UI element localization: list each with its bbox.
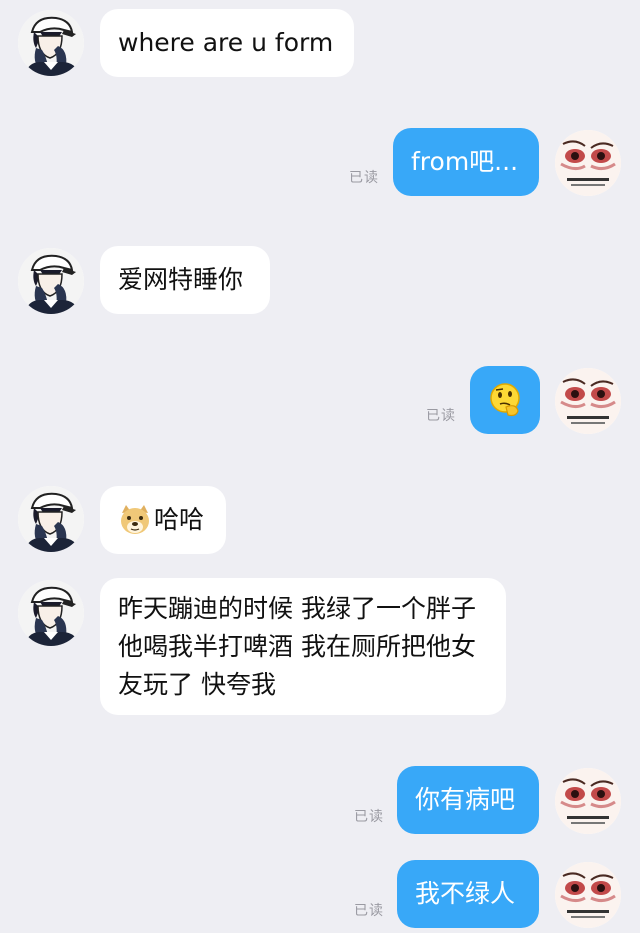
avatar-boy-icon <box>18 486 84 552</box>
avatar-eyes-icon <box>555 862 621 928</box>
contact-avatar[interactable] <box>18 10 84 76</box>
contact-avatar[interactable] <box>18 486 84 552</box>
incoming-message[interactable]: 昨天蹦迪的时候 我绿了一个胖子 他喝我半打啤酒 我在厕所把他女友玩了 快夸我 <box>100 578 506 715</box>
incoming-message[interactable]: 哈哈 <box>100 486 226 554</box>
outgoing-message[interactable]: 我不绿人 <box>397 860 539 928</box>
message-text: 你有病吧 <box>415 785 516 814</box>
avatar-boy-icon <box>18 580 84 646</box>
avatar-boy-icon <box>18 10 84 76</box>
message-text: where are u form <box>118 28 334 57</box>
read-status: 已读 <box>349 170 379 186</box>
message-text: 哈哈 <box>154 505 205 534</box>
outgoing-message[interactable]: from吧... <box>393 128 539 196</box>
avatar-eyes-icon <box>555 368 621 434</box>
doge-icon <box>121 505 149 534</box>
message-text: from吧... <box>411 147 519 176</box>
contact-avatar[interactable] <box>18 580 84 646</box>
incoming-message[interactable]: 爱网特睡你 <box>100 246 270 314</box>
message-text: 昨天蹦迪的时候 我绿了一个胖子 他喝我半打啤酒 我在厕所把他女友玩了 快夸我 <box>118 594 476 699</box>
avatar-eyes-icon <box>555 768 621 834</box>
message-text: 爱网特睡你 <box>118 265 244 294</box>
outgoing-message[interactable]: 你有病吧 <box>397 766 539 834</box>
read-status: 已读 <box>354 809 384 825</box>
outgoing-emoji-message[interactable] <box>470 366 540 434</box>
contact-avatar[interactable] <box>18 248 84 314</box>
my-avatar[interactable] <box>555 862 621 928</box>
incoming-message[interactable]: where are u form <box>100 9 354 77</box>
my-avatar[interactable] <box>555 768 621 834</box>
read-status: 已读 <box>426 408 456 424</box>
my-avatar[interactable] <box>555 130 621 196</box>
my-avatar[interactable] <box>555 368 621 434</box>
avatar-boy-icon <box>18 248 84 314</box>
read-status: 已读 <box>354 903 384 919</box>
thinking-face-icon <box>490 383 520 417</box>
message-text: 我不绿人 <box>415 879 516 908</box>
avatar-eyes-icon <box>555 130 621 196</box>
